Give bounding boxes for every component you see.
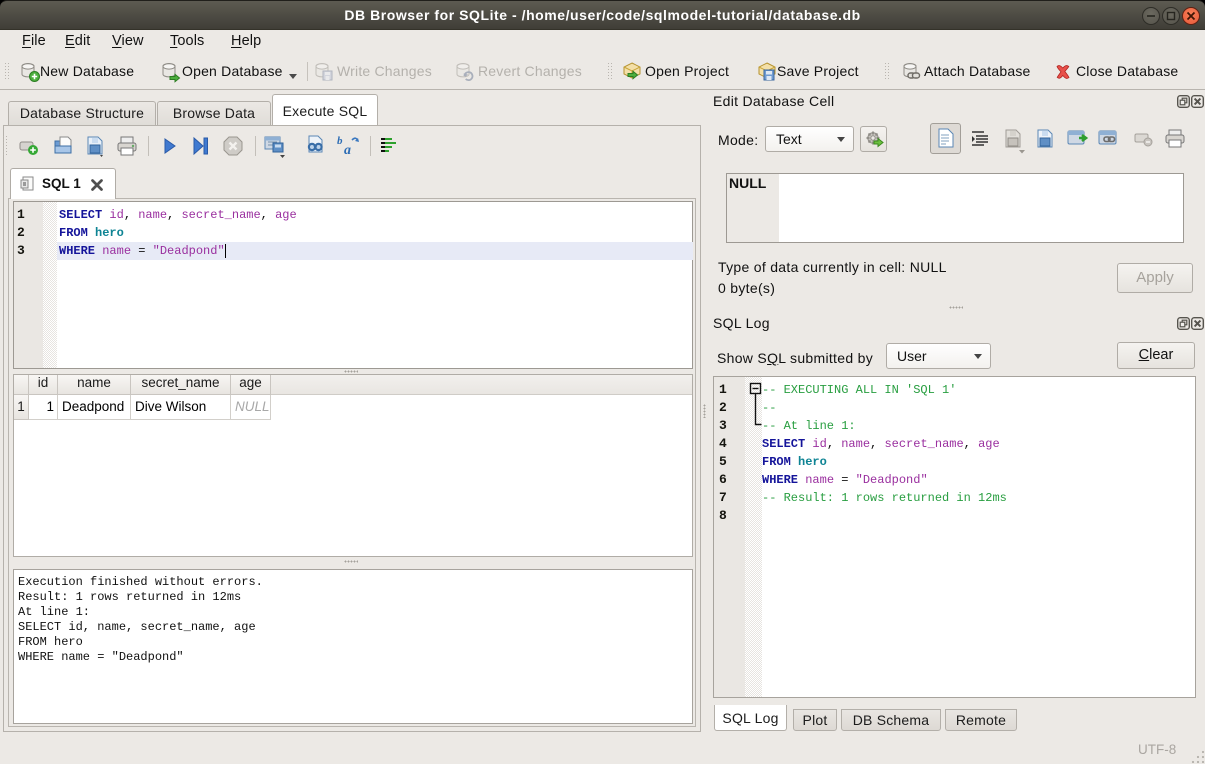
svg-text:b: b (337, 135, 343, 147)
svg-text:a: a (344, 143, 351, 158)
